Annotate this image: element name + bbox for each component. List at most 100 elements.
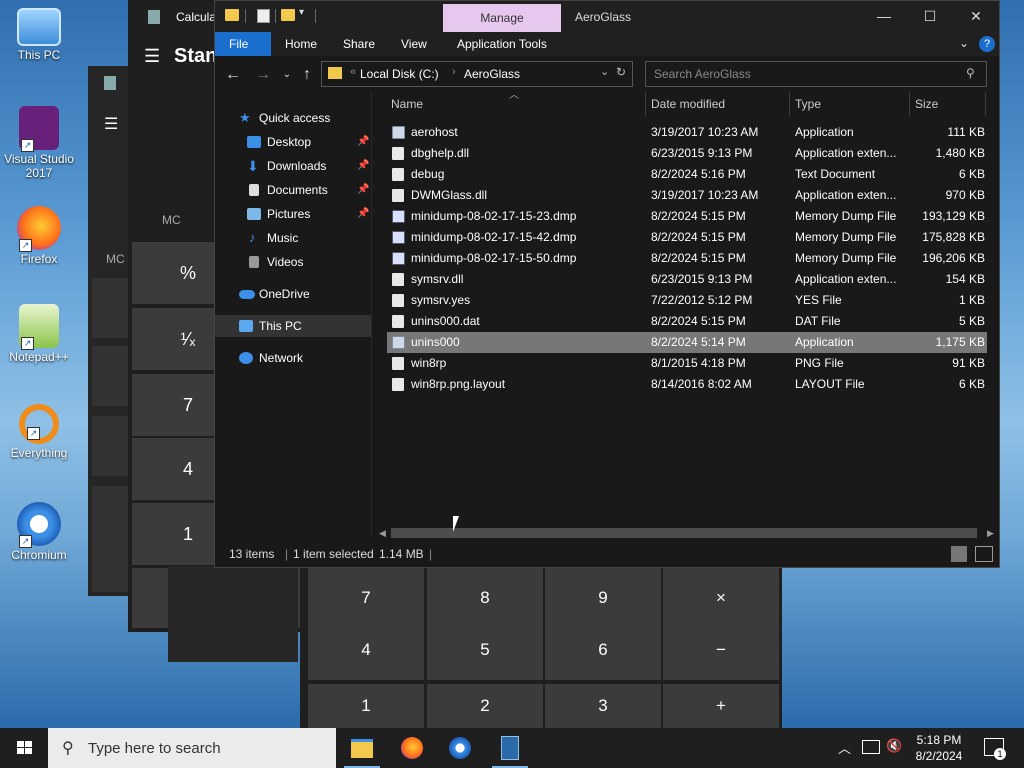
nav-network[interactable]: Network — [215, 347, 371, 369]
digit-4-button[interactable]: 4 — [308, 620, 424, 680]
nav-videos[interactable]: Videos — [215, 251, 371, 273]
address-bar[interactable]: « Local Disk (C:) › AeroGlass ⌄ ↻ — [321, 61, 633, 87]
scroll-left-icon[interactable]: ◀ — [379, 526, 386, 540]
nav-documents[interactable]: Documents 📌 — [215, 179, 371, 201]
expand-ribbon-icon[interactable]: ⌄ — [959, 36, 969, 50]
up-arrow-icon[interactable]: ↑ — [297, 65, 317, 85]
digit-6-button[interactable]: 6 — [545, 620, 661, 680]
start-button[interactable] — [0, 728, 48, 768]
clock[interactable]: 5:18 PM 8/2/2024 — [908, 732, 970, 764]
tab-file[interactable]: File — [215, 32, 271, 56]
customize-toolbar-icon[interactable]: ▾ — [299, 7, 304, 18]
column-header-name[interactable]: Name — [391, 92, 423, 116]
column-divider[interactable] — [909, 92, 910, 116]
network-status-icon[interactable] — [862, 740, 880, 754]
refresh-icon[interactable]: ↻ — [616, 65, 626, 79]
tab-share[interactable]: Share — [329, 32, 389, 56]
tab-application-tools[interactable]: Application Tools — [443, 32, 561, 56]
divider — [275, 9, 276, 23]
file-row[interactable]: aerohost 3/19/2017 10:23 AM Application 111… — [387, 122, 987, 143]
column-header-size[interactable]: Size — [915, 92, 938, 116]
manage-tab[interactable]: Manage — [443, 4, 561, 32]
digit-5-button[interactable]: 5 — [427, 620, 543, 680]
scroll-right-icon[interactable]: ▶ — [987, 526, 994, 540]
taskbar-search-input[interactable]: ⚲ Type here to search — [48, 728, 336, 768]
nav-label: This PC — [259, 319, 302, 333]
file-row[interactable]: win8rp 8/1/2015 4:18 PM PNG File 91 KB — [387, 353, 987, 374]
desktop-icon-this-pc[interactable]: This PC — [4, 8, 74, 62]
forward-arrow-icon[interactable]: → — [253, 65, 273, 85]
column-header-type[interactable]: Type — [795, 92, 821, 116]
file-row[interactable]: minidump-08-02-17-15-50.dmp 8/2/2024 5:15… — [387, 248, 987, 269]
column-divider[interactable] — [985, 92, 986, 116]
desktop-icon-visual-studio[interactable]: ↗ Visual Studio 2017 — [4, 106, 74, 180]
multiply-button[interactable]: × — [663, 568, 779, 628]
desktop-icon-everything[interactable]: ↗ Everything — [4, 404, 74, 460]
taskbar-chromium[interactable] — [436, 728, 484, 768]
dump-file-icon — [392, 231, 405, 244]
add-button[interactable]: + — [663, 684, 779, 728]
file-row[interactable]: unins000.dat 8/2/2024 5:15 PM DAT File 5 KB — [387, 311, 987, 332]
new-folder-icon[interactable] — [281, 9, 295, 21]
desktop-icon-firefox[interactable]: ↗ Firefox — [4, 206, 74, 266]
taskbar-calculator[interactable] — [486, 728, 534, 768]
show-hidden-icons-icon[interactable]: ︿ — [838, 738, 851, 757]
large-icons-view-icon[interactable] — [975, 546, 993, 562]
digit-2-button[interactable]: 2 — [427, 684, 543, 728]
horizontal-scrollbar[interactable]: ◀ ▶ — [375, 526, 999, 540]
taskbar-firefox[interactable] — [388, 728, 436, 768]
pin-icon: 📌 — [357, 184, 370, 195]
nav-onedrive[interactable]: OneDrive — [215, 283, 371, 305]
subtract-button[interactable]: − — [663, 620, 779, 680]
nav-pictures[interactable]: Pictures 📌 — [215, 203, 371, 225]
column-divider[interactable] — [789, 92, 790, 116]
nav-this-pc[interactable]: This PC — [215, 315, 371, 337]
file-row[interactable]: unins000 8/2/2024 5:14 PM Application 1,175… — [387, 332, 987, 353]
maximize-button[interactable]: ☐ — [907, 1, 953, 32]
digit-8-button[interactable]: 8 — [427, 568, 543, 628]
digit-3-button[interactable]: 3 — [545, 684, 661, 728]
file-row[interactable]: win8rp.png.layout 8/14/2016 8:02 AM LAYOUT… — [387, 374, 987, 395]
tab-home[interactable]: Home — [271, 32, 331, 56]
file-row[interactable]: minidump-08-02-17-15-23.dmp 8/2/2024 5:15… — [387, 206, 987, 227]
help-icon[interactable]: ? — [979, 36, 995, 52]
close-button[interactable]: ✕ — [953, 1, 999, 32]
file-row[interactable]: DWMGlass.dll 3/19/2017 10:23 AM Applicatio… — [387, 185, 987, 206]
mouse-cursor-icon — [453, 516, 465, 532]
nav-downloads[interactable]: ⬇ Downloads 📌 — [215, 155, 371, 177]
file-row[interactable]: symsrv.dll 6/23/2015 9:13 PM Application e… — [387, 269, 987, 290]
column-divider[interactable] — [645, 92, 646, 116]
title-bar[interactable]: ▾ Manage AeroGlass — ☐ ✕ — [215, 1, 999, 32]
file-size: 193,129 KB — [922, 209, 985, 223]
address-dropdown-icon[interactable]: ⌄ — [600, 65, 609, 78]
hamburger-icon[interactable]: ☰ — [144, 46, 160, 67]
digit-7-button[interactable]: 7 — [308, 568, 424, 628]
column-header-date[interactable]: Date modified — [651, 92, 725, 116]
desktop-icon-chromium[interactable]: ↗ Chromium — [4, 502, 74, 562]
breadcrumb-folder[interactable]: AeroGlass — [464, 67, 520, 81]
volume-muted-icon[interactable]: 🔇 — [886, 738, 902, 754]
desktop-icon-notepadpp[interactable]: ↗ Notepad++ — [4, 304, 74, 364]
file-row[interactable]: minidump-08-02-17-15-42.dmp 8/2/2024 5:15… — [387, 227, 987, 248]
nav-quick-access[interactable]: ★ Quick access — [215, 107, 371, 129]
properties-icon[interactable] — [257, 9, 270, 23]
file-row[interactable]: symsrv.yes 7/22/2012 5:12 PM YES File 1 KB — [387, 290, 987, 311]
breadcrumb-drive[interactable]: Local Disk (C:) — [360, 67, 439, 81]
nav-desktop[interactable]: Desktop 📌 — [215, 131, 371, 153]
hamburger-icon[interactable]: ☰ — [104, 114, 118, 134]
file-row[interactable]: dbghelp.dll 6/23/2015 9:13 PM Application … — [387, 143, 987, 164]
search-input[interactable]: Search AeroGlass ⚲ — [645, 61, 987, 87]
digit-9-button[interactable]: 9 — [545, 568, 661, 628]
file-date: 6/23/2015 9:13 PM — [651, 146, 753, 160]
breadcrumb-overflow-icon[interactable]: « — [350, 66, 356, 78]
recent-locations-icon[interactable]: ⌄ — [277, 65, 297, 85]
file-row[interactable]: debug 8/2/2024 5:16 PM Text Document 6 KB — [387, 164, 987, 185]
tab-view[interactable]: View — [387, 32, 441, 56]
nav-music[interactable]: ♪ Music — [215, 227, 371, 249]
details-view-icon[interactable] — [951, 546, 967, 562]
taskbar-file-explorer[interactable] — [338, 728, 386, 768]
back-arrow-icon[interactable]: ← — [223, 65, 243, 85]
minimize-button[interactable]: — — [861, 1, 907, 32]
scrollbar-thumb[interactable] — [391, 528, 977, 538]
digit-1-button[interactable]: 1 — [308, 684, 424, 728]
